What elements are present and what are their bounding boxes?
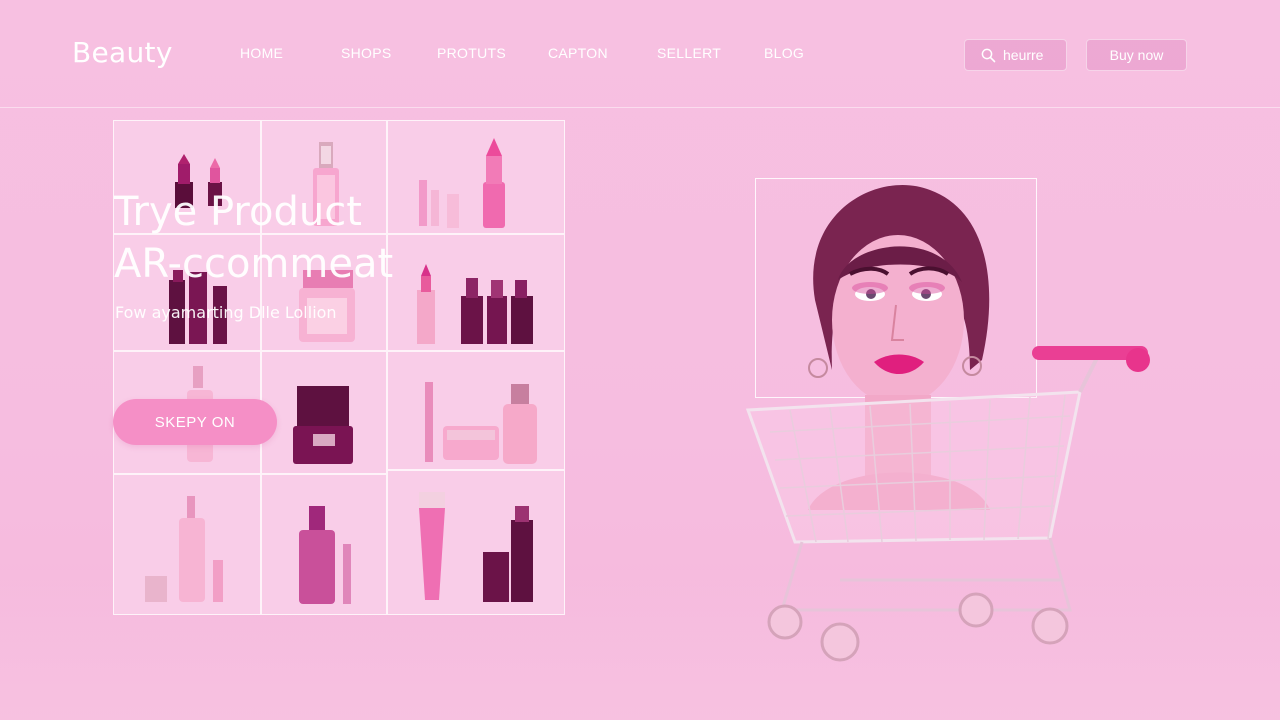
nav-capton[interactable]: CAPTON	[548, 45, 608, 61]
cta-button[interactable]: SKEPY ON	[113, 399, 277, 445]
lipstick-row	[417, 264, 533, 344]
cart-wheels	[767, 592, 1069, 662]
buy-now-button[interactable]: Buy now	[1086, 39, 1187, 71]
nav-home[interactable]: HOME	[240, 45, 283, 61]
hero-subtitle: Fow ayamarting Dlle Lollion	[115, 303, 337, 322]
skincare-set	[425, 382, 537, 464]
site-header: Beauty HOME SHOPS PROTUTS CAPTON SELLERT…	[0, 0, 1280, 108]
hero-title: Trye Product AR-ccommeat	[114, 186, 393, 290]
perfume-set	[145, 496, 223, 602]
magenta-bottle	[299, 506, 351, 604]
ar-model-illustration	[745, 184, 1150, 662]
search-box[interactable]: heurre	[964, 39, 1067, 71]
hero-title-line1: Trye Product	[114, 189, 362, 235]
logo[interactable]: Beauty	[72, 36, 173, 69]
search-icon	[981, 48, 996, 62]
nav-blog[interactable]: BLOG	[764, 45, 804, 61]
shopping-cart-icon	[745, 350, 1141, 612]
search-label: heurre	[1003, 47, 1044, 63]
cream-jar-dark	[293, 386, 353, 464]
tube-and-lipstick	[419, 492, 533, 602]
lip-gloss	[419, 138, 505, 228]
hero-title-line2: AR-ccommeat	[114, 241, 394, 287]
nav-products[interactable]: PROTUTS	[437, 45, 506, 61]
nav-shops[interactable]: SHOPS	[341, 45, 392, 61]
nav-sellert[interactable]: SELLERT	[657, 45, 721, 61]
